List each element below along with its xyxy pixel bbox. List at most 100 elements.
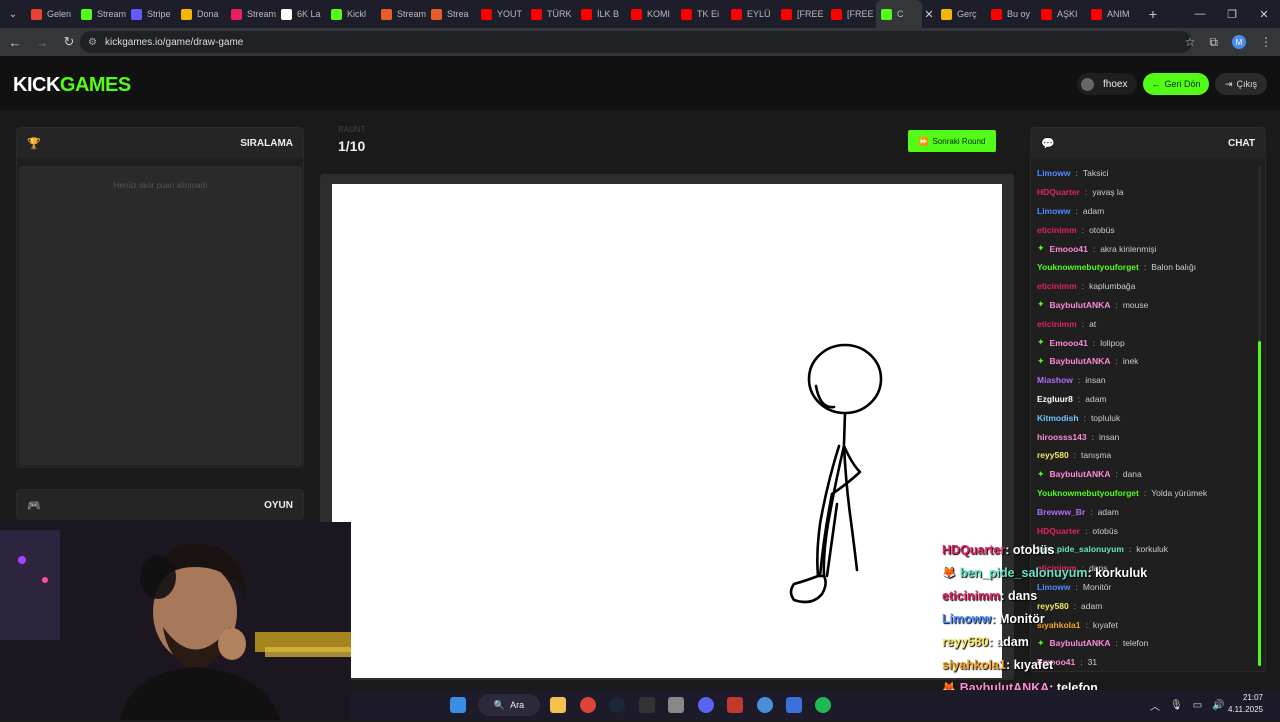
minimize-icon[interactable]: — xyxy=(1184,0,1216,28)
restore-icon[interactable]: ❐ xyxy=(1216,0,1248,28)
tab-5[interactable]: 6K La xyxy=(276,0,326,28)
tab-4[interactable]: Stream xyxy=(226,0,276,28)
chat-message: ✦ BaybulutANKA: inek xyxy=(1037,352,1257,371)
site-info-icon[interactable]: ⚙ xyxy=(88,37,97,48)
forward-icon[interactable]: → xyxy=(30,35,54,50)
chat-text: at xyxy=(1089,318,1097,329)
tab-7[interactable]: Stream xyxy=(376,0,426,28)
app-icon-2[interactable] xyxy=(727,697,743,713)
chat-username[interactable]: eticinimm xyxy=(1037,319,1077,329)
chat-username[interactable]: Youknowmebutyouforget xyxy=(1037,488,1139,498)
next-round-button[interactable]: ⏩ Sonraki Round xyxy=(908,130,996,152)
tab-0[interactable]: Gelen xyxy=(26,0,76,28)
chat-username[interactable]: Emooo41 xyxy=(1050,244,1088,254)
chat-username[interactable]: Ezgluur8 xyxy=(1037,394,1073,404)
chat-username[interactable]: eticinimm xyxy=(1037,281,1077,291)
tab-6[interactable]: Kickl xyxy=(326,0,376,28)
tab-after-0[interactable]: Gerç xyxy=(936,0,986,28)
stick-figure-drawing xyxy=(789,343,883,604)
chat-separator: : xyxy=(1143,487,1147,498)
tab-15[interactable]: [FREE xyxy=(776,0,826,28)
chat-separator: : xyxy=(1081,224,1085,235)
user-menu[interactable]: fhoex xyxy=(1077,73,1137,95)
extensions-icon[interactable]: ⧉ xyxy=(1209,35,1218,50)
tab-label: TÜRK xyxy=(547,9,572,19)
steam-icon[interactable] xyxy=(609,697,625,713)
chat-username[interactable]: Brewww_Br xyxy=(1037,507,1085,517)
address-bar[interactable]: ⚙ kickgames.io/game/draw-game xyxy=(80,31,1192,53)
tab-13[interactable]: TK Ei xyxy=(676,0,726,28)
epic-games-icon[interactable] xyxy=(639,697,655,713)
chat-username[interactable]: Limoww xyxy=(1037,168,1071,178)
reload-icon[interactable]: ↻ xyxy=(57,34,81,50)
display-icon[interactable]: ▭ xyxy=(1193,700,1202,711)
app-icon-3[interactable] xyxy=(786,697,802,713)
taskbar-search[interactable]: 🔍 Ara xyxy=(478,694,540,716)
file-explorer-icon[interactable] xyxy=(550,697,566,713)
drawing-canvas[interactable] xyxy=(332,184,1002,678)
new-tab-button[interactable]: + xyxy=(1140,6,1166,22)
profile-avatar[interactable]: M xyxy=(1232,35,1246,49)
chat-separator: : xyxy=(1077,393,1081,404)
tab-after-2[interactable]: AŞKI xyxy=(1036,0,1086,28)
tab-9[interactable]: YOUT xyxy=(476,0,526,28)
chat-username[interactable]: Kitmodish xyxy=(1037,413,1079,423)
chat-scrollbar-thumb[interactable] xyxy=(1258,341,1261,666)
chat-username[interactable]: BaybulutANKA xyxy=(1050,469,1111,479)
back-button[interactable]: ← Geri Dön xyxy=(1143,73,1209,95)
tab-close-icon[interactable]: ✕ xyxy=(922,8,936,21)
chat-username[interactable]: HDQuarter xyxy=(1037,187,1080,197)
volume-icon[interactable]: 🔊 xyxy=(1212,700,1224,711)
tab-12[interactable]: KOMI xyxy=(626,0,676,28)
app-icon[interactable] xyxy=(668,697,684,713)
microphone-icon[interactable]: 🎙 xyxy=(1170,700,1183,711)
chat-username[interactable]: eticinimm xyxy=(1037,225,1077,235)
overlay-text: : korkuluk xyxy=(1087,565,1148,580)
chat-username[interactable]: reyy580 xyxy=(1037,450,1069,460)
chat-separator: : xyxy=(1092,337,1096,348)
chat-message: ✦ Emooo41: lolipop xyxy=(1037,333,1257,352)
chat-username[interactable]: Limoww xyxy=(1037,206,1071,216)
bookmark-star-icon[interactable]: ☆ xyxy=(1185,35,1196,49)
tab-3[interactable]: Dona xyxy=(176,0,226,28)
tab-1[interactable]: Stream xyxy=(76,0,126,28)
chat-text: insan xyxy=(1099,431,1120,442)
browser-icon[interactable] xyxy=(757,697,773,713)
tab-16[interactable]: [FREE xyxy=(826,0,876,28)
tab-after-1[interactable]: Bu oy xyxy=(986,0,1036,28)
tab-favicon-icon xyxy=(1041,8,1052,20)
chat-scrollbar[interactable] xyxy=(1258,166,1261,666)
chat-username[interactable]: HDQuarter xyxy=(1037,526,1080,536)
tab-favicon-icon xyxy=(831,8,842,20)
windows-start-icon[interactable] xyxy=(450,697,466,713)
discord-icon[interactable] xyxy=(698,697,714,713)
browser-menu-icon[interactable]: ⋮ xyxy=(1260,35,1272,49)
back-icon[interactable]: ← xyxy=(3,35,27,50)
tray-chevron-icon[interactable]: ︿ xyxy=(1150,698,1160,713)
chat-username[interactable]: BaybulutANKA xyxy=(1050,300,1111,310)
tab-14[interactable]: EYLÜ xyxy=(726,0,776,28)
chat-username[interactable]: hiroosss143 xyxy=(1037,432,1087,442)
overlay-chat-message: siyahkola1 : kıyafet xyxy=(942,653,1142,676)
tab-2[interactable]: Stripe xyxy=(126,0,176,28)
logout-button[interactable]: ⇥ Çıkış xyxy=(1215,73,1267,95)
tab-label: Dona xyxy=(197,9,219,19)
chrome-icon[interactable] xyxy=(580,697,596,713)
chat-username[interactable]: Miashow xyxy=(1037,375,1073,385)
chat-username[interactable]: Youknowmebutyouforget xyxy=(1037,262,1139,272)
tab-11[interactable]: İLK B xyxy=(576,0,626,28)
close-window-icon[interactable]: ✕ xyxy=(1248,0,1280,28)
overlay-username: ben_pide_salonuyum xyxy=(959,565,1088,580)
tab-after-3[interactable]: ANIM xyxy=(1086,0,1136,28)
tab-active[interactable]: C xyxy=(876,0,922,28)
browser-toolbar: ← → ↻ ⚙ kickgames.io/game/draw-game ☆ ⧉ … xyxy=(0,28,1280,56)
kickgames-logo[interactable]: KICKGAMES xyxy=(13,74,131,97)
tab-8[interactable]: Strea xyxy=(426,0,476,28)
tab-10[interactable]: TÜRK xyxy=(526,0,576,28)
ranking-title: SIRALAMA xyxy=(240,137,293,149)
chat-username[interactable]: BaybulutANKA xyxy=(1050,356,1111,366)
tab-search-icon[interactable]: ⌄ xyxy=(0,0,26,28)
spotify-icon[interactable] xyxy=(815,697,831,713)
chat-username[interactable]: Emooo41 xyxy=(1050,338,1088,348)
taskbar-clock[interactable]: 21:07 4.11.2025 xyxy=(1228,692,1263,716)
